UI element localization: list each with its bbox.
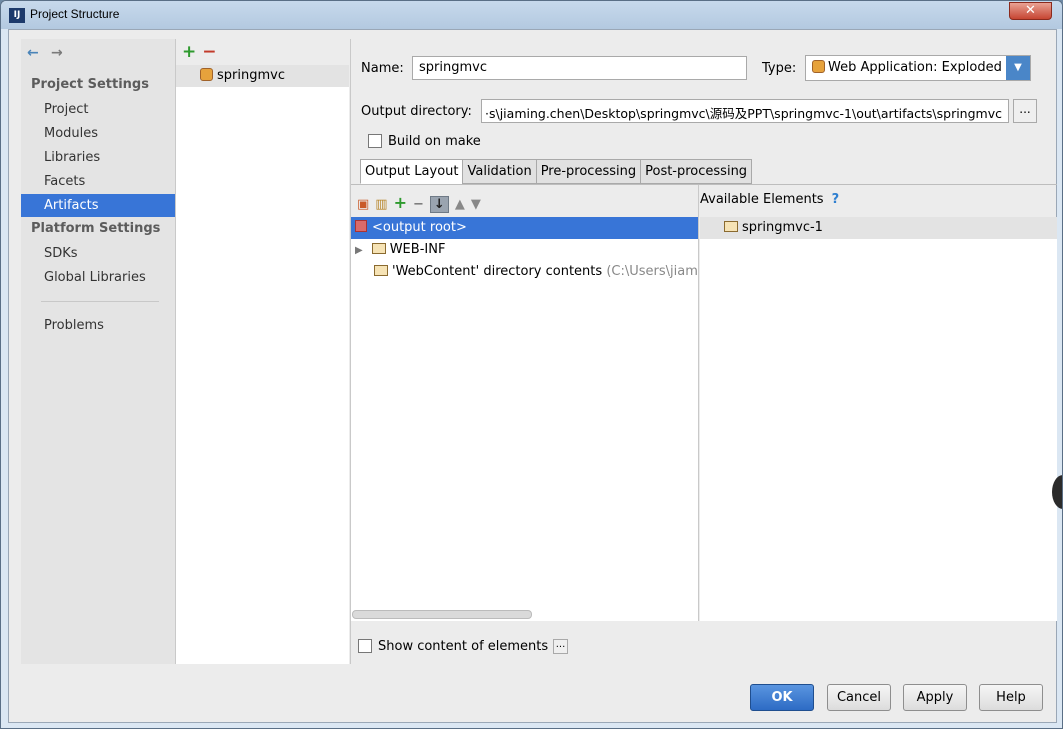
type-label: Type: xyxy=(762,61,797,76)
layout-toolbar: ▣ ▥ + − ↓ ▲ ▼ xyxy=(351,185,698,217)
move-down-icon[interactable]: ▼ xyxy=(471,197,481,212)
available-elements-tree: springmvc-1 xyxy=(700,217,1057,621)
tree-row-label: <output root> xyxy=(372,220,467,235)
available-elements-title: Available Elements xyxy=(700,192,824,207)
tree-row-web-inf[interactable]: ▶ WEB-INF xyxy=(351,239,698,261)
nav-item-artifacts[interactable]: Artifacts xyxy=(21,194,175,217)
nav-item-modules[interactable]: Modules xyxy=(21,122,175,145)
dialog-content: ← → Project Settings Project Modules Libr… xyxy=(8,29,1057,723)
artifact-list-item[interactable]: springmvc xyxy=(176,65,349,87)
tab-post-processing[interactable]: Post-processing xyxy=(640,159,753,184)
layout-tree: <output root> ▶ WEB-INF 'WebContent' dire… xyxy=(351,217,698,621)
output-directory-label: Output directory: xyxy=(361,104,472,119)
output-directory-value: ·s\jiaming.chen\Desktop\springmvc\源码及PPT… xyxy=(485,106,1002,121)
remove-icon[interactable]: − xyxy=(413,197,424,212)
nav-item-libraries[interactable]: Libraries xyxy=(21,146,175,169)
tab-pre-processing[interactable]: Pre-processing xyxy=(535,159,642,184)
output-root-icon xyxy=(355,220,367,232)
expand-arrow-icon[interactable]: ▶ xyxy=(355,245,363,256)
web-artifact-icon xyxy=(200,68,213,81)
add-copy-of-icon[interactable]: + xyxy=(394,193,407,212)
cancel-button[interactable]: Cancel xyxy=(827,684,891,711)
type-value: Web Application: Exploded xyxy=(828,60,1002,75)
chevron-down-icon[interactable]: ▼ xyxy=(1006,56,1030,80)
forward-arrow-icon[interactable]: → xyxy=(51,45,71,61)
nav-arrows: ← → xyxy=(27,45,71,61)
add-icon[interactable]: + xyxy=(182,42,196,62)
show-content-options-button[interactable]: ... xyxy=(553,639,568,654)
tree-row-webcontent[interactable]: 'WebContent' directory contents (C:\User… xyxy=(351,261,698,283)
tab-output-layout[interactable]: Output Layout xyxy=(360,159,464,184)
show-content-checkbox[interactable] xyxy=(358,639,372,653)
show-content-label[interactable]: Show content of elements xyxy=(378,639,548,654)
create-directory-icon[interactable]: ▣ xyxy=(357,197,369,212)
sort-elements-icon[interactable]: ↓ xyxy=(429,196,449,213)
artifact-list-toolbar: + − xyxy=(176,39,349,65)
nav-item-global-libraries[interactable]: Global Libraries xyxy=(21,266,175,289)
intellij-app-icon: IJ xyxy=(9,8,25,23)
nav-item-problems[interactable]: Problems xyxy=(21,314,175,337)
title-bar: IJ Project Structure ✕ xyxy=(1,1,1062,29)
artifact-tabs: Output Layout Validation Pre-processing Pos… xyxy=(360,159,753,184)
tree-row-path: (C:\Users\jiaming xyxy=(606,264,698,279)
folder-contents-icon xyxy=(374,265,388,276)
tree-row-output-root[interactable]: <output root> xyxy=(351,217,698,239)
available-item[interactable]: springmvc-1 xyxy=(700,217,1057,239)
window-title: Project Structure xyxy=(30,7,120,21)
available-elements-pane: Available Elements? springmvc-1 xyxy=(700,185,1057,621)
build-on-make-checkbox[interactable] xyxy=(368,134,382,148)
name-label: Name: xyxy=(361,61,404,76)
settings-nav: ← → Project Settings Project Modules Libr… xyxy=(21,39,175,664)
artifact-list-panel: + − springmvc xyxy=(175,39,349,664)
output-layout-tree-pane: ▣ ▥ + − ↓ ▲ ▼ <output root> ▶ WEB-INF 'WebConte… xyxy=(351,185,699,621)
nav-item-project[interactable]: Project xyxy=(21,98,175,121)
nav-separator xyxy=(41,301,159,302)
close-window-button[interactable]: ✕ xyxy=(1009,2,1052,20)
folder-icon xyxy=(371,243,386,254)
horizontal-scrollbar[interactable] xyxy=(352,610,532,619)
artifact-detail-panel: Name: springmvc Type: Web Application: E… xyxy=(350,39,1057,664)
tree-row-label: 'WebContent' directory contents xyxy=(392,264,603,279)
ok-button[interactable]: OK xyxy=(750,684,814,711)
create-archive-icon[interactable]: ▥ xyxy=(375,197,387,212)
module-folder-icon xyxy=(724,221,738,232)
platform-settings-header: Platform Settings xyxy=(31,221,161,236)
back-arrow-icon[interactable]: ← xyxy=(27,45,47,61)
apply-button[interactable]: Apply xyxy=(903,684,967,711)
nav-item-sdks[interactable]: SDKs xyxy=(21,242,175,265)
available-elements-header: Available Elements? xyxy=(700,192,839,207)
remove-icon[interactable]: − xyxy=(202,42,216,62)
name-field[interactable]: springmvc xyxy=(412,56,747,80)
browse-output-directory-button[interactable]: ... xyxy=(1013,99,1037,123)
output-directory-field[interactable]: ·s\jiaming.chen\Desktop\springmvc\源码及PPT… xyxy=(481,99,1009,123)
nav-item-facets[interactable]: Facets xyxy=(21,170,175,193)
move-up-icon[interactable]: ▲ xyxy=(455,197,465,212)
help-button[interactable]: Help xyxy=(979,684,1043,711)
project-structure-window: IJ Project Structure ✕ ← → Project Settin… xyxy=(0,0,1063,729)
type-dropdown[interactable]: Web Application: Exploded ▼ xyxy=(805,55,1031,81)
project-settings-header: Project Settings xyxy=(31,77,149,92)
build-on-make-label[interactable]: Build on make xyxy=(388,134,481,149)
web-artifact-icon xyxy=(812,60,825,73)
artifact-name: springmvc xyxy=(217,68,285,83)
available-item-label: springmvc-1 xyxy=(742,220,823,235)
tab-validation[interactable]: Validation xyxy=(462,159,537,184)
tree-row-label: WEB-INF xyxy=(389,242,446,257)
output-layout-panel: ▣ ▥ + − ↓ ▲ ▼ <output root> ▶ WEB-INF 'WebConte… xyxy=(351,184,1057,621)
help-icon[interactable]: ? xyxy=(832,192,840,207)
